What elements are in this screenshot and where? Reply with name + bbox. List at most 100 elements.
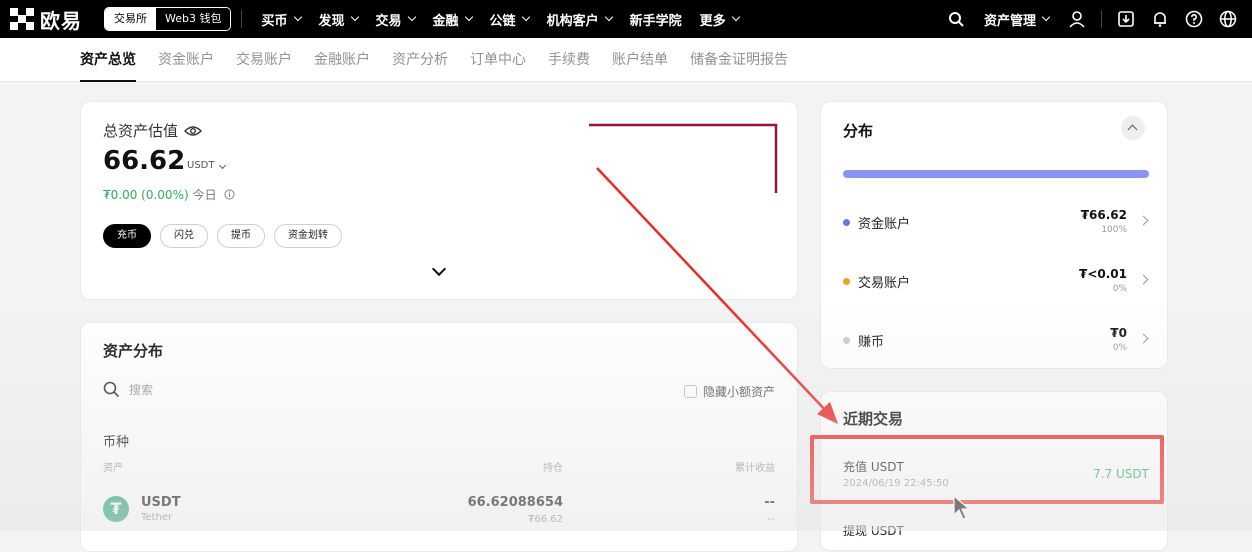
- account-name: 资金账户: [858, 217, 911, 232]
- chevron-right-icon: [1138, 274, 1149, 285]
- tab-trading-account[interactable]: 交易账户: [236, 38, 292, 82]
- holding-value: ₮66.62: [528, 514, 563, 525]
- top-right-tools: 资产管理: [946, 0, 1238, 38]
- nav-more[interactable]: 更多: [691, 10, 748, 29]
- bell-icon[interactable]: [1150, 9, 1170, 29]
- tab-funding-account[interactable]: 资金账户: [158, 38, 214, 82]
- nav-buy-crypto[interactable]: 买币: [252, 10, 309, 29]
- account-row-trading[interactable]: 交易账户 ₮<0.01 0%: [843, 267, 1149, 297]
- checkbox[interactable]: [683, 385, 697, 398]
- nav-academy[interactable]: 新手学院: [621, 10, 691, 29]
- divider: [241, 10, 243, 28]
- deposit-button[interactable]: 充币: [103, 224, 151, 248]
- account-name: 交易账户: [858, 276, 911, 291]
- transfer-button[interactable]: 资金划转: [274, 224, 342, 248]
- recent-transactions-title: 近期交易: [843, 410, 904, 428]
- tab-asset-analysis[interactable]: 资产分析: [392, 38, 448, 82]
- hide-small-assets-toggle[interactable]: 隐藏小额资产: [683, 383, 775, 400]
- collapse-chevron-icon[interactable]: [1121, 116, 1145, 140]
- expand-chevron-icon[interactable]: [431, 261, 447, 277]
- withdraw-button[interactable]: 提币: [217, 224, 265, 248]
- tab-order-center[interactable]: 订单中心: [470, 38, 526, 82]
- asset-subnav: 资产总览 资金账户 交易账户 金融账户 资产分析 订单中心 手续费 账户结单 储…: [0, 38, 1252, 82]
- total-assets-card: 总资产估值 66.62 USDT ₮0.00 (0.00%) 今日 充币 闪兑 提…: [80, 101, 798, 300]
- eye-icon[interactable]: [184, 125, 203, 137]
- chevron-down-icon: [521, 12, 530, 22]
- account-percent: 0%: [1112, 343, 1127, 353]
- chevron-down-icon: [1041, 12, 1051, 22]
- column-holding: 持仓: [543, 463, 563, 474]
- chevron-right-icon: [1138, 215, 1149, 226]
- account-amount: ₮0: [1110, 326, 1127, 340]
- legend-dot: [843, 337, 850, 344]
- nav-finance[interactable]: 金融: [424, 10, 481, 29]
- product-switch: 交易所 Web3 钱包: [104, 7, 232, 31]
- main-nav: 买币 发现 交易 金融 公链 机构客户 新手学院 更多: [252, 10, 747, 29]
- search-box[interactable]: 搜索: [103, 381, 153, 398]
- action-buttons: 充币 闪兑 提币 资金划转: [103, 224, 342, 248]
- asset-management-menu[interactable]: 资产管理: [980, 10, 1053, 29]
- chevron-down-icon: [604, 12, 613, 22]
- search-icon: [103, 381, 120, 398]
- tab-finance-account[interactable]: 金融账户: [314, 38, 370, 82]
- search-placeholder: 搜索: [129, 383, 154, 397]
- account-row-earn[interactable]: 赚币 ₮0 0%: [843, 326, 1149, 356]
- legend-dot: [843, 278, 850, 285]
- currency-selector[interactable]: USDT: [187, 160, 227, 171]
- total-assets-label: 总资产估值: [103, 120, 203, 141]
- globe-icon[interactable]: [1218, 9, 1238, 29]
- chevron-down-icon: [219, 161, 227, 170]
- tab-proof-of-reserves[interactable]: 储备金证明报告: [690, 38, 788, 82]
- chevron-down-icon: [350, 12, 359, 22]
- logo-text: 欧易: [40, 8, 82, 33]
- search-icon[interactable]: [946, 9, 966, 29]
- total-assets-value: 66.62: [103, 146, 186, 176]
- exchange-tab[interactable]: 交易所: [105, 8, 156, 30]
- convert-button[interactable]: 闪兑: [160, 224, 208, 248]
- chevron-down-icon: [293, 12, 302, 22]
- tab-fees[interactable]: 手续费: [548, 38, 590, 82]
- web3-wallet-tab[interactable]: Web3 钱包: [156, 8, 231, 30]
- nav-discover[interactable]: 发现: [310, 10, 367, 29]
- nav-chain[interactable]: 公链: [481, 10, 538, 29]
- asset-distribution-card: 资产分布 搜索 隐藏小额资产 币种 资产 持仓 累计收益 ₮ USDT Teth…: [80, 322, 798, 552]
- chevron-down-icon: [407, 12, 416, 22]
- chevron-down-icon: [731, 12, 740, 22]
- tab-statements[interactable]: 账户结单: [612, 38, 668, 82]
- daily-change: ₮0.00 (0.00%) 今日: [103, 186, 235, 203]
- today-label: 今日: [192, 188, 217, 202]
- asset-distribution-title: 资产分布: [103, 342, 164, 360]
- account-name: 赚币: [858, 335, 885, 350]
- asset-full-name: Tether: [141, 512, 173, 523]
- user-icon[interactable]: [1067, 9, 1087, 29]
- allocation-card: 分布 资金账户 ₮66.62 100% 交易账户 ₮<0.01 0% 赚币 ₮0…: [820, 101, 1168, 369]
- account-row-funding[interactable]: 资金账户 ₮66.62 100%: [843, 208, 1149, 238]
- chevron-down-icon: [464, 12, 473, 22]
- account-percent: 100%: [1101, 225, 1127, 235]
- pnl-value: --: [764, 495, 775, 510]
- hide-small-assets-label: 隐藏小额资产: [702, 385, 775, 399]
- top-navbar: 欧易 交易所 Web3 钱包 买币 发现 交易 金融 公链 机构客户 新手学院 …: [0, 0, 1252, 38]
- annotation-highlight-box: [810, 435, 1164, 504]
- download-icon[interactable]: [1116, 9, 1136, 29]
- info-icon[interactable]: [223, 189, 235, 200]
- asset-row-usdt[interactable]: ₮ USDT Tether: [103, 495, 181, 523]
- logo[interactable]: 欧易: [10, 5, 82, 34]
- asset-symbol: USDT: [141, 495, 181, 510]
- allocation-title: 分布: [843, 122, 874, 140]
- divider: [1101, 10, 1102, 28]
- account-amount: ₮66.62: [1080, 208, 1127, 222]
- allocation-bar: [843, 170, 1149, 178]
- nav-institutional[interactable]: 机构客户: [538, 10, 621, 29]
- nav-trade[interactable]: 交易: [367, 10, 424, 29]
- daily-change-value: ₮0.00 (0.00%): [103, 188, 189, 202]
- column-asset: 资产: [103, 463, 123, 474]
- holding-amount: 66.62088654: [467, 495, 563, 510]
- tab-overview[interactable]: 资产总览: [80, 38, 136, 82]
- mouse-cursor-icon: [953, 494, 971, 520]
- currency-section-title: 币种: [103, 435, 130, 450]
- account-percent: 0%: [1112, 284, 1127, 294]
- total-assets-title: 总资产估值: [103, 122, 179, 140]
- help-icon[interactable]: [1184, 9, 1204, 29]
- pnl-sub-value: --: [767, 514, 775, 525]
